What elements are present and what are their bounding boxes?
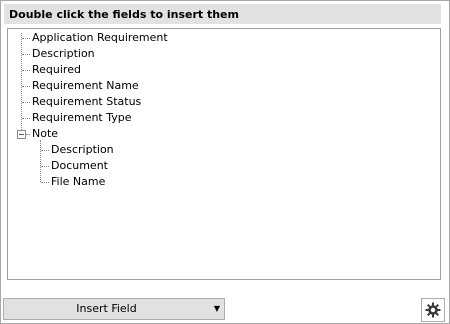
tree-connector <box>41 150 49 151</box>
tree-item-requirement-status[interactable]: Requirement Status <box>32 94 141 110</box>
tree-item-application-requirement[interactable]: Application Requirement <box>32 30 168 46</box>
field-tree[interactable]: Application Requirement Description Requ… <box>7 28 441 280</box>
insert-field-label: Insert Field <box>76 302 137 315</box>
tree-connector <box>22 54 30 55</box>
tree-connector <box>22 102 30 103</box>
instruction-header: Double click the fields to insert them <box>4 4 441 24</box>
tree-connector <box>41 166 49 167</box>
tree-connector <box>22 86 30 87</box>
tree-item-required[interactable]: Required <box>32 62 81 78</box>
tree-item-note-file-name[interactable]: File Name <box>51 174 105 190</box>
tree-connector <box>22 118 30 119</box>
collapse-icon[interactable] <box>17 130 26 139</box>
gear-icon <box>425 302 441 318</box>
tree-connector <box>40 140 41 182</box>
tree-item-note-description[interactable]: Description <box>51 142 114 158</box>
tree-connector <box>22 38 30 39</box>
settings-button[interactable] <box>421 298 445 322</box>
tree-item-description[interactable]: Description <box>32 46 95 62</box>
tree-item-requirement-type[interactable]: Requirement Type <box>32 110 132 126</box>
tree-connector <box>41 182 49 183</box>
tree-connector <box>26 134 30 135</box>
tree-item-note-document[interactable]: Document <box>51 158 108 174</box>
tree-item-requirement-name[interactable]: Requirement Name <box>32 78 139 94</box>
field-selector-panel: Double click the fields to insert them A… <box>0 0 450 324</box>
instruction-text: Double click the fields to insert them <box>9 8 239 21</box>
dropdown-arrow-icon[interactable]: ▼ <box>214 299 220 319</box>
insert-field-button[interactable]: Insert Field ▼ <box>3 298 225 320</box>
tree-connector <box>22 70 30 71</box>
tree-item-note[interactable]: Note <box>32 126 58 142</box>
